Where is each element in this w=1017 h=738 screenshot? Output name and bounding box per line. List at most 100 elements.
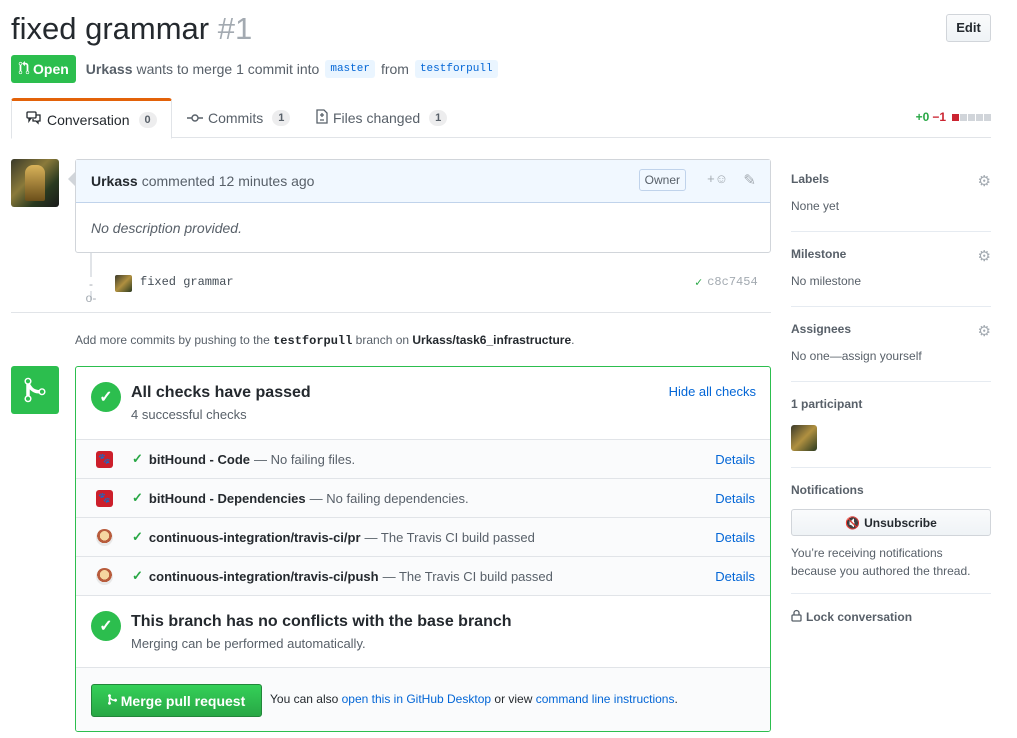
comment-discussion-icon: [26, 111, 42, 128]
comment-timestamp[interactable]: commented 12 minutes ago: [142, 173, 315, 189]
check-desc: — No failing files.: [254, 451, 356, 467]
commit-sha-text: c8c7454: [707, 275, 758, 289]
conflicts-section: ✓ This branch has no conflicts with the …: [76, 595, 770, 667]
pull-request-icon: [18, 60, 30, 78]
comment-author[interactable]: Urkass: [91, 173, 138, 189]
commit-message[interactable]: fixed grammar: [140, 275, 234, 289]
tab-conversation-count: 0: [138, 111, 157, 128]
checks-header: ✓ All checks have passed 4 successful ch…: [91, 367, 770, 439]
check-desc: — The Travis CI build passed: [382, 568, 553, 584]
diffstat[interactable]: +0 −1: [916, 110, 991, 124]
conflicts-subtitle: Merging can be performed automatically.: [131, 636, 366, 651]
gear-icon[interactable]: ⚙: [978, 247, 991, 265]
add-reaction-icon[interactable]: +☺: [707, 171, 728, 186]
check-item: ✓ continuous-integration/travis-ci/push …: [76, 556, 770, 595]
tab-commits-count: 1: [272, 110, 291, 126]
alt-prefix: You can also: [270, 692, 339, 706]
sidebar: Labels None yet ⚙ Milestone No milestone…: [791, 159, 991, 625]
bithound-icon: 🐾: [96, 489, 113, 507]
tab-commits-label: Commits: [208, 110, 264, 126]
check-name: bitHound - Code: [148, 451, 250, 467]
check-icon: ✓: [132, 529, 143, 544]
notifications-note: You’re receiving notifications because y…: [791, 546, 971, 578]
push-note-middle: branch on: [355, 333, 410, 347]
git-commit-icon: [187, 110, 203, 126]
tab-conversation[interactable]: Conversation 0: [11, 98, 172, 139]
from-text: from: [380, 61, 409, 77]
check-icon: ✓: [695, 276, 703, 290]
check-item: 🐾 ✓ bitHound - Dependencies — No failing…: [76, 478, 770, 517]
gear-icon[interactable]: ⚙: [978, 172, 991, 190]
head-branch[interactable]: testforpull: [414, 60, 498, 78]
commit-avatar[interactable]: [115, 275, 132, 292]
labels-title: Labels: [791, 172, 830, 186]
pr-author[interactable]: Urkass: [86, 61, 133, 77]
merge-button-label: Merge pull request: [120, 692, 246, 709]
check-name: continuous-integration/travis-ci/pr: [148, 529, 361, 545]
push-note-branch: testforpull: [273, 334, 353, 348]
push-note-repo[interactable]: Urkass/task6_infrastructure: [412, 333, 571, 347]
sidebar-participants: 1 participant: [791, 382, 991, 468]
git-merge-icon: [107, 693, 117, 709]
check-circle-icon: ✓: [91, 382, 121, 412]
mute-icon: 🔇: [845, 515, 861, 530]
push-note: Add more commits by pushing to the testf…: [75, 333, 574, 348]
check-circle-icon: ✓: [91, 611, 121, 641]
tab-commits[interactable]: Commits 1: [187, 98, 291, 138]
check-name: continuous-integration/travis-ci/push: [148, 568, 379, 584]
pr-tabs: Conversation 0 Commits 1 Files changed 1…: [11, 98, 991, 139]
hide-checks-link[interactable]: Hide all checks: [669, 384, 756, 399]
check-icon: ✓: [132, 490, 143, 505]
git-commit-icon: -o-: [84, 277, 98, 305]
push-note-prefix: Add more commits by pushing to the: [75, 333, 270, 347]
merge-pull-request-button[interactable]: Merge pull request: [91, 684, 262, 717]
merge-footer: Merge pull request You can also open thi…: [76, 667, 770, 731]
details-link[interactable]: Details: [715, 491, 755, 506]
sidebar-assignees[interactable]: Assignees No one—assign yourself ⚙: [791, 307, 991, 382]
owner-badge: Owner: [638, 169, 686, 191]
sidebar-labels[interactable]: Labels None yet ⚙: [791, 159, 991, 232]
pr-header: fixed grammar #1 Edit: [11, 8, 991, 52]
github-desktop-link[interactable]: open this in GitHub Desktop: [342, 692, 491, 706]
avatar[interactable]: [11, 159, 59, 207]
pr-number: #1: [217, 11, 253, 46]
gear-icon[interactable]: ⚙: [978, 322, 991, 340]
tab-files-label: Files changed: [333, 110, 421, 126]
file-diff-icon: [316, 109, 328, 127]
alt-suffix: .: [674, 692, 678, 706]
tab-conversation-label: Conversation: [47, 111, 130, 128]
assignees-title: Assignees: [791, 322, 852, 336]
details-link[interactable]: Details: [715, 530, 755, 545]
tab-files-count: 1: [429, 110, 448, 126]
milestone-value: No milestone: [791, 274, 862, 288]
details-link[interactable]: Details: [715, 569, 755, 584]
lock-icon: [791, 609, 802, 625]
unsubscribe-button[interactable]: 🔇 Unsubscribe: [791, 509, 991, 536]
command-line-link[interactable]: command line instructions: [536, 692, 675, 706]
comment-box: Urkass commented 12 minutes ago Owner +☺…: [68, 159, 771, 253]
diff-deletions: −1: [932, 110, 946, 124]
check-desc: — The Travis CI build passed: [364, 529, 535, 545]
pr-meta: Open Urkass wants to merge 1 commit into…: [11, 55, 504, 83]
check-desc: — No failing dependencies.: [309, 490, 469, 506]
edit-button[interactable]: Edit: [946, 14, 991, 42]
details-link[interactable]: Details: [715, 452, 755, 467]
check-item: 🐾 ✓ bitHound - Code — No failing files. …: [76, 439, 770, 478]
pr-title: fixed grammar #1: [11, 8, 991, 50]
assignees-value[interactable]: No one—assign yourself: [791, 349, 991, 363]
merge-alt-text: You can also open this in GitHub Desktop…: [270, 692, 678, 706]
checks-subtitle: 4 successful checks: [131, 407, 247, 422]
pencil-icon[interactable]: ✎: [743, 171, 756, 189]
sidebar-milestone[interactable]: Milestone No milestone ⚙: [791, 232, 991, 307]
base-branch[interactable]: master: [325, 60, 375, 78]
tab-files-changed[interactable]: Files changed 1: [316, 98, 448, 138]
labels-value: None yet: [791, 199, 840, 213]
participant-avatar[interactable]: [791, 425, 817, 451]
diffstat-bar: [951, 110, 991, 124]
checks-title: All checks have passed: [131, 384, 311, 401]
lock-conversation[interactable]: Lock conversation: [791, 609, 991, 625]
commit-sha[interactable]: ✓ c8c7454: [695, 275, 758, 290]
bithound-icon: 🐾: [96, 450, 113, 468]
check-icon: ✓: [132, 451, 143, 466]
state-label: Open: [33, 61, 69, 77]
